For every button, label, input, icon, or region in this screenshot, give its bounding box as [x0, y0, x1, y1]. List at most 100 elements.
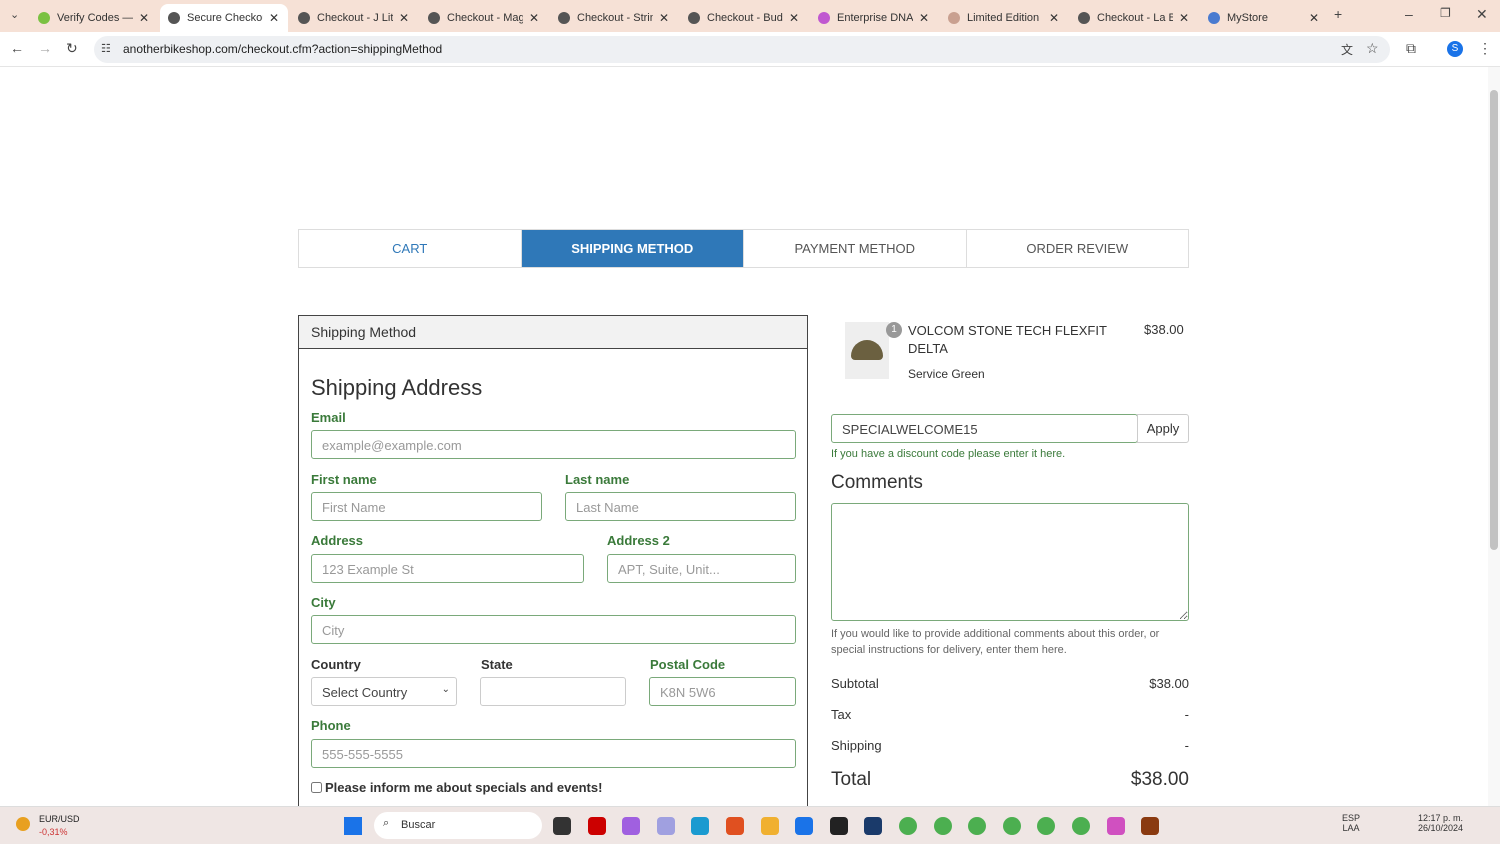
tab-favicon-icon [428, 12, 440, 24]
browser-tab[interactable]: Checkout - J Litty ✕ [290, 4, 418, 32]
taskbar-search[interactable]: Buscar ⌕ [374, 812, 542, 839]
profile-avatar[interactable]: S [1447, 41, 1463, 57]
tab-close-icon[interactable]: ✕ [1049, 11, 1059, 25]
address2-field[interactable]: APT, Suite, Unit... [607, 554, 796, 583]
tab-search-icon[interactable]: ⌄ [10, 8, 19, 21]
first-name-field[interactable]: First Name [311, 492, 542, 521]
taskbar-app-icon[interactable] [864, 817, 883, 835]
newsletter-label: Please inform me about specials and even… [325, 780, 603, 795]
scrollbar-thumb[interactable] [1490, 90, 1498, 550]
tab-favicon-icon [688, 12, 700, 24]
phone-field[interactable]: 555-555-5555 [311, 739, 796, 768]
tax-value: - [1184, 707, 1189, 722]
browser-tab[interactable]: MyStore ✕ [1200, 4, 1328, 32]
browser-tab[interactable]: Enterprise DNA: N ✕ [810, 4, 938, 32]
taskbar-app-icon[interactable] [968, 817, 987, 835]
discount-code-field[interactable]: SPECIALWELCOME15 [831, 414, 1138, 443]
step-payment-method[interactable]: PAYMENT METHOD [744, 230, 967, 267]
last-name-field[interactable]: Last Name [565, 492, 796, 521]
language-indicator[interactable]: ESP LAA [1342, 813, 1360, 833]
browser-tab[interactable]: Checkout - Buddh ✕ [680, 4, 808, 32]
tab-title: Checkout - Buddh [707, 12, 783, 24]
menu-icon[interactable]: ⋮ [1478, 40, 1492, 57]
email-field[interactable]: example@example.com [311, 430, 796, 459]
tab-title: Verify Codes — Si [57, 12, 133, 24]
taskbar-app-icon[interactable] [1072, 817, 1090, 835]
taskbar-app-icon[interactable] [933, 817, 952, 835]
taskbar-app-icon[interactable] [691, 817, 710, 835]
country-select[interactable]: Select Country ⌄ [311, 677, 457, 706]
shipping-label: Shipping [831, 738, 882, 753]
translate-icon[interactable]: 文 [1341, 41, 1353, 58]
comments-textarea[interactable] [831, 503, 1189, 621]
state-field[interactable] [480, 677, 626, 706]
new-tab-button[interactable]: + [1334, 6, 1342, 22]
taskbar-app-icon[interactable] [760, 817, 779, 835]
bookmark-star-icon[interactable]: ☆ [1366, 40, 1379, 57]
taskbar-app-icon[interactable] [726, 817, 744, 835]
city-field[interactable]: City [311, 615, 796, 644]
step-shipping-method[interactable]: SHIPPING METHOD [521, 230, 744, 267]
taskbar-app-icon[interactable] [553, 817, 571, 835]
taskbar: EUR/USD -0,31% Buscar ⌕ ESP LAA 12:17 p. m… [0, 806, 1500, 844]
browser-tab[interactable]: Checkout - String ✕ [550, 4, 678, 32]
tab-favicon-icon [948, 12, 960, 24]
extensions-icon[interactable]: ⧉ [1406, 40, 1416, 57]
clock[interactable]: 12:17 p. m. 26/10/2024 [1418, 813, 1463, 833]
restore-button[interactable]: ❐ [1440, 6, 1451, 20]
step-order-review[interactable]: ORDER REVIEW [967, 230, 1189, 267]
back-icon[interactable]: ← [10, 40, 24, 56]
tab-close-icon[interactable]: ✕ [919, 11, 929, 25]
ticker-label: EUR/USD [39, 814, 80, 824]
tab-title: Secure Checkout [187, 12, 263, 24]
taskbar-app-icon[interactable] [1141, 817, 1160, 835]
windows-start-icon[interactable] [344, 817, 362, 835]
tab-close-icon[interactable]: ✕ [1179, 11, 1189, 25]
taskbar-app-icon[interactable] [622, 817, 641, 835]
tab-favicon-icon [1078, 12, 1090, 24]
reload-icon[interactable]: ↻ [66, 40, 78, 57]
address-field[interactable]: 123 Example St [311, 554, 584, 583]
taskbar-app-icon[interactable] [795, 817, 814, 835]
browser-tab[interactable]: Secure Checkout ✕ [160, 4, 288, 32]
browser-tab[interactable]: Checkout - Magn ✕ [420, 4, 548, 32]
email-label: Email [311, 410, 346, 425]
clock-date: 26/10/2024 [1418, 823, 1464, 833]
comments-help: If you would like to provide additional … [831, 628, 1160, 656]
country-label: Country [311, 657, 361, 672]
browser-tab[interactable]: Verify Codes — Si ✕ [30, 4, 158, 32]
taskbar-app-icon[interactable] [656, 817, 675, 835]
tab-title: Checkout - Magn [447, 12, 523, 24]
browser-tab[interactable]: Limited Edition M ✕ [940, 4, 1068, 32]
taskbar-app-icon[interactable] [1002, 817, 1021, 835]
newsletter-checkbox[interactable] [311, 782, 322, 793]
stock-widget-icon[interactable] [16, 817, 30, 831]
browser-tab[interactable]: Checkout - La Boh ✕ [1070, 4, 1198, 32]
product-image [845, 322, 889, 379]
lang-code: ESP [1342, 813, 1361, 823]
site-info-icon[interactable]: ☷ [101, 42, 111, 55]
taskbar-app-icon[interactable] [899, 817, 917, 835]
step-cart[interactable]: CART [299, 230, 522, 267]
minimize-button[interactable]: – [1405, 6, 1413, 22]
tab-close-icon[interactable]: ✕ [659, 11, 669, 25]
forward-icon[interactable]: → [38, 40, 52, 56]
apply-button[interactable]: Apply [1137, 414, 1189, 443]
url-text[interactable]: anotherbikeshop.com/checkout.cfm?action=… [123, 42, 442, 56]
tab-close-icon[interactable]: ✕ [139, 11, 149, 25]
country-value: Select Country [322, 685, 408, 700]
tab-close-icon[interactable]: ✕ [789, 11, 799, 25]
close-window-button[interactable]: ✕ [1476, 6, 1488, 23]
tab-title: Checkout - J Litty [317, 12, 393, 24]
tab-favicon-icon [298, 12, 310, 24]
city-label: City [311, 595, 336, 610]
taskbar-app-icon[interactable] [829, 817, 848, 835]
taskbar-app-icon[interactable] [1106, 817, 1125, 835]
postal-field[interactable]: K8N 5W6 [649, 677, 796, 706]
tab-close-icon[interactable]: ✕ [399, 11, 409, 25]
taskbar-app-icon[interactable] [587, 817, 606, 835]
tab-close-icon[interactable]: ✕ [1309, 11, 1319, 25]
tab-close-icon[interactable]: ✕ [269, 11, 279, 25]
taskbar-app-icon[interactable] [1037, 817, 1056, 835]
tab-close-icon[interactable]: ✕ [529, 11, 539, 25]
